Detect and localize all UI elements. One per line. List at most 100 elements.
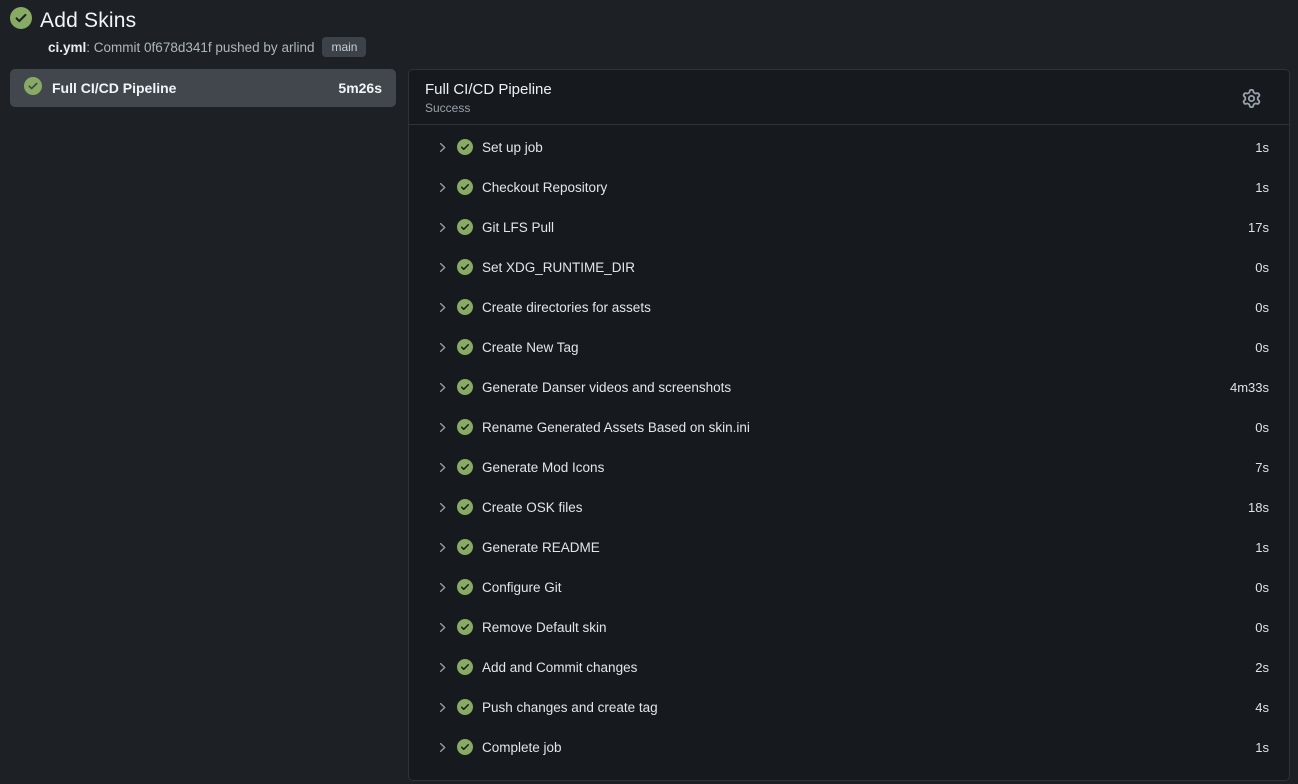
chevron-right-icon[interactable] <box>436 661 450 674</box>
workflow-file: ci.yml <box>48 40 86 55</box>
step-row[interactable]: Push changes and create tag 4s <box>409 687 1289 727</box>
step-row[interactable]: Rename Generated Assets Based on skin.in… <box>409 407 1289 447</box>
panel-status: Success <box>425 101 1238 115</box>
check-circle-icon <box>457 459 473 475</box>
chevron-right-icon[interactable] <box>436 341 450 354</box>
chevron-right-icon[interactable] <box>436 181 450 194</box>
step-name: Remove Default skin <box>482 620 1255 635</box>
step-duration: 1s <box>1255 180 1269 195</box>
step-duration: 1s <box>1255 540 1269 555</box>
step-duration: 0s <box>1255 420 1269 435</box>
job-sidebar: Full CI/CD Pipeline 5m26s <box>10 69 396 107</box>
chevron-right-icon[interactable] <box>436 221 450 234</box>
step-name: Complete job <box>482 740 1255 755</box>
step-duration: 4m33s <box>1230 380 1269 395</box>
commit-hash-link[interactable]: 0f678d341f <box>144 40 212 55</box>
chevron-right-icon[interactable] <box>436 461 450 474</box>
step-name: Create directories for assets <box>482 300 1255 315</box>
branch-badge[interactable]: main <box>322 37 366 57</box>
check-circle-icon <box>457 419 473 435</box>
step-duration: 17s <box>1248 220 1269 235</box>
step-row[interactable]: Complete job 1s <box>409 727 1289 767</box>
gear-icon[interactable] <box>1238 85 1265 112</box>
step-row[interactable]: Generate Danser videos and screenshots 4… <box>409 367 1289 407</box>
step-duration: 0s <box>1255 340 1269 355</box>
step-row[interactable]: Set up job 1s <box>409 127 1289 167</box>
check-circle-icon <box>457 139 473 155</box>
check-circle-icon <box>457 259 473 275</box>
check-circle-icon <box>457 659 473 675</box>
chevron-right-icon[interactable] <box>436 741 450 754</box>
check-circle-icon <box>457 699 473 715</box>
step-name: Push changes and create tag <box>482 700 1255 715</box>
step-duration: 0s <box>1255 260 1269 275</box>
commit-middle: pushed by <box>212 40 282 55</box>
step-name: Set XDG_RUNTIME_DIR <box>482 260 1255 275</box>
chevron-right-icon[interactable] <box>436 501 450 514</box>
run-title: Add Skins <box>40 9 136 33</box>
step-row[interactable]: Generate README 1s <box>409 527 1289 567</box>
job-name: Full CI/CD Pipeline <box>52 80 328 96</box>
job-detail-panel: Full CI/CD Pipeline Success Set up job 1… <box>408 69 1290 781</box>
check-circle-icon <box>457 179 473 195</box>
step-row[interactable]: Add and Commit changes 2s <box>409 647 1289 687</box>
step-name: Set up job <box>482 140 1255 155</box>
step-name: Generate README <box>482 540 1255 555</box>
check-circle-icon <box>10 7 32 34</box>
panel-title: Full CI/CD Pipeline <box>425 81 1238 98</box>
step-duration: 0s <box>1255 620 1269 635</box>
check-circle-icon <box>457 299 473 315</box>
panel-header: Full CI/CD Pipeline Success <box>409 70 1289 125</box>
step-name: Create New Tag <box>482 340 1255 355</box>
step-name: Rename Generated Assets Based on skin.in… <box>482 420 1255 435</box>
step-duration: 2s <box>1255 660 1269 675</box>
step-row[interactable]: Set XDG_RUNTIME_DIR 0s <box>409 247 1289 287</box>
step-row[interactable]: Remove Default skin 0s <box>409 607 1289 647</box>
check-circle-icon <box>457 339 473 355</box>
commit-prefix: : Commit <box>86 40 144 55</box>
step-list: Set up job 1s Checkout Repository 1s Git… <box>409 125 1289 780</box>
step-row[interactable]: Git LFS Pull 17s <box>409 207 1289 247</box>
step-duration: 0s <box>1255 300 1269 315</box>
step-row[interactable]: Checkout Repository 1s <box>409 167 1289 207</box>
step-duration: 18s <box>1248 500 1269 515</box>
chevron-right-icon[interactable] <box>436 701 450 714</box>
step-row[interactable]: Configure Git 0s <box>409 567 1289 607</box>
job-card-full-pipeline[interactable]: Full CI/CD Pipeline 5m26s <box>10 69 396 107</box>
step-name: Git LFS Pull <box>482 220 1248 235</box>
step-row[interactable]: Create New Tag 0s <box>409 327 1289 367</box>
chevron-right-icon[interactable] <box>436 621 450 634</box>
step-name: Generate Danser videos and screenshots <box>482 380 1230 395</box>
check-circle-icon <box>24 77 42 100</box>
chevron-right-icon[interactable] <box>436 141 450 154</box>
check-circle-icon <box>457 539 473 555</box>
step-duration: 0s <box>1255 580 1269 595</box>
step-row[interactable]: Create directories for assets 0s <box>409 287 1289 327</box>
check-circle-icon <box>457 379 473 395</box>
commit-author-link[interactable]: arlind <box>281 40 314 55</box>
step-duration: 7s <box>1255 460 1269 475</box>
chevron-right-icon[interactable] <box>436 421 450 434</box>
step-row[interactable]: Create OSK files 18s <box>409 487 1289 527</box>
run-header: Add Skins ci.yml: Commit 0f678d341f push… <box>0 0 1298 57</box>
check-circle-icon <box>457 219 473 235</box>
run-subtitle: ci.yml: Commit 0f678d341f pushed by arli… <box>48 37 1288 57</box>
chevron-right-icon[interactable] <box>436 261 450 274</box>
chevron-right-icon[interactable] <box>436 381 450 394</box>
chevron-right-icon[interactable] <box>436 301 450 314</box>
step-name: Generate Mod Icons <box>482 460 1255 475</box>
step-duration: 1s <box>1255 140 1269 155</box>
check-circle-icon <box>457 739 473 755</box>
step-name: Create OSK files <box>482 500 1248 515</box>
chevron-right-icon[interactable] <box>436 541 450 554</box>
check-circle-icon <box>457 619 473 635</box>
step-row[interactable]: Generate Mod Icons 7s <box>409 447 1289 487</box>
check-circle-icon <box>457 579 473 595</box>
run-content: Full CI/CD Pipeline 5m26s Full CI/CD Pip… <box>0 69 1298 781</box>
step-duration: 1s <box>1255 740 1269 755</box>
step-duration: 4s <box>1255 700 1269 715</box>
job-duration: 5m26s <box>338 80 382 96</box>
step-name: Configure Git <box>482 580 1255 595</box>
step-name: Checkout Repository <box>482 180 1255 195</box>
chevron-right-icon[interactable] <box>436 581 450 594</box>
